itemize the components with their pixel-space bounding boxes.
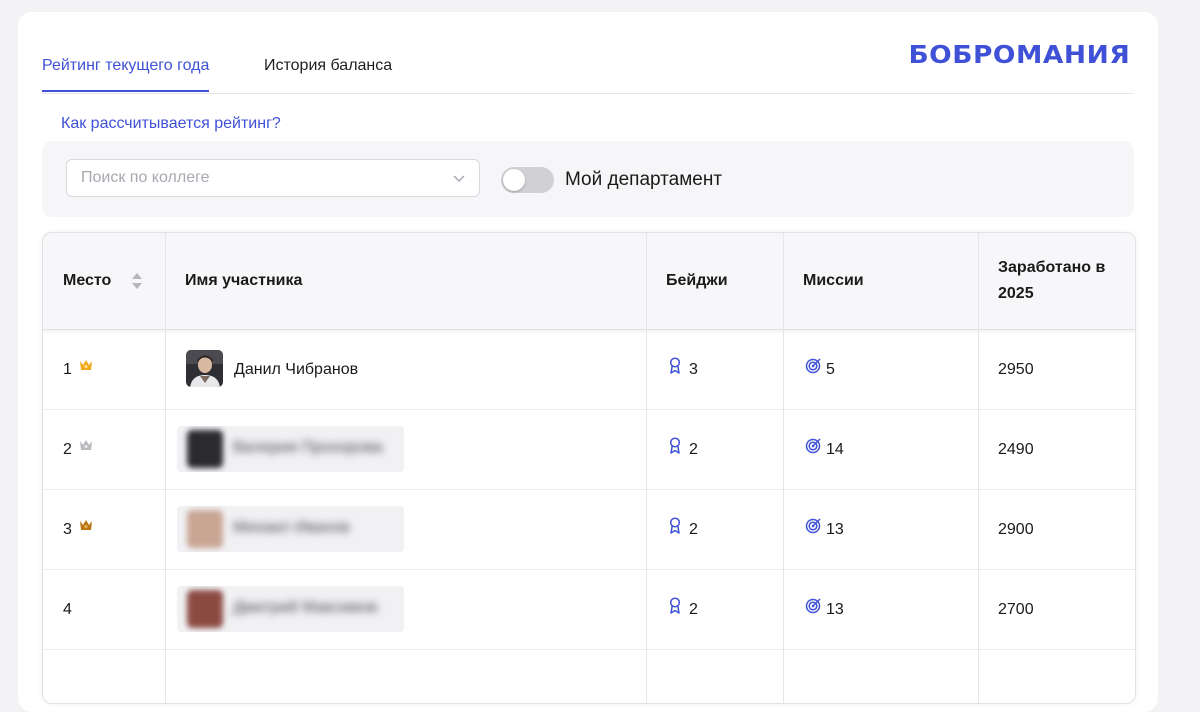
place-value: 4 bbox=[63, 601, 72, 618]
award-ribbon-icon bbox=[669, 597, 681, 614]
badges-count: 3 bbox=[689, 361, 698, 378]
my-department-label: Мой департамент bbox=[565, 169, 723, 190]
column-header-badges: Бейджи bbox=[666, 272, 728, 289]
column-divider bbox=[646, 233, 647, 703]
target-icon bbox=[805, 358, 821, 374]
filter-bar: Мой департамент bbox=[42, 141, 1134, 217]
table-row[interactable]: 1 Данил Чибранов 3 5 2950 bbox=[43, 330, 1135, 410]
award-ribbon-icon bbox=[669, 437, 681, 454]
participant-name[interactable]: Данил Чибранов bbox=[234, 360, 358, 380]
earned-value: 2950 bbox=[998, 361, 1034, 378]
rating-card: Рейтинг текущего года История баланса БО… bbox=[18, 12, 1158, 712]
missions-count: 13 bbox=[826, 601, 844, 618]
avatar[interactable] bbox=[186, 350, 223, 387]
participant-blurred[interactable]: Валерия Прохорова bbox=[177, 426, 404, 472]
avatar bbox=[187, 590, 223, 628]
target-icon bbox=[805, 598, 821, 614]
chevron-down-icon[interactable] bbox=[451, 170, 467, 186]
rating-table: Место Имя участника Бейджи Миссии Зарабо… bbox=[42, 232, 1136, 704]
missions-count: 13 bbox=[826, 521, 844, 538]
table-row[interactable]: 3 Михаил Иванов 2 13 2900 bbox=[43, 490, 1135, 570]
avatar bbox=[187, 430, 223, 468]
crown-icon bbox=[80, 440, 92, 450]
earned-value: 2700 bbox=[998, 601, 1034, 618]
participant-name: Дмитрий Максимов bbox=[233, 599, 378, 616]
badges-count: 2 bbox=[689, 601, 698, 618]
award-ribbon-icon bbox=[669, 357, 681, 374]
place-value: 3 bbox=[63, 521, 72, 538]
column-divider bbox=[165, 233, 166, 703]
rating-help-link[interactable]: Как рассчитывается рейтинг? bbox=[61, 115, 281, 133]
participant-blurred[interactable]: Дмитрий Максимов bbox=[177, 586, 404, 632]
brand-logo: БОБРОМАНИЯ bbox=[908, 40, 1130, 69]
target-icon bbox=[805, 518, 821, 534]
participant-blurred[interactable]: Михаил Иванов bbox=[177, 506, 404, 552]
crown-icon bbox=[80, 360, 92, 370]
place-value: 1 bbox=[63, 361, 72, 378]
my-department-toggle[interactable] bbox=[501, 167, 554, 193]
column-header-earned-line2: 2025 bbox=[998, 285, 1034, 302]
column-divider bbox=[783, 233, 784, 703]
badges-count: 2 bbox=[689, 521, 698, 538]
avatar-photo bbox=[186, 350, 223, 387]
avatar bbox=[187, 510, 223, 548]
colleague-search-select[interactable] bbox=[66, 159, 480, 197]
table-row[interactable]: 4 Дмитрий Максимов 2 13 2700 bbox=[43, 570, 1135, 650]
participant-name: Михаил Иванов bbox=[233, 519, 350, 536]
column-header-name: Имя участника bbox=[185, 272, 303, 289]
participant-name: Валерия Прохорова bbox=[233, 439, 383, 456]
earned-value: 2490 bbox=[998, 441, 1034, 458]
missions-count: 5 bbox=[826, 361, 835, 378]
column-header-earned-line1: Заработано в bbox=[998, 259, 1106, 276]
colleague-search-input[interactable] bbox=[67, 160, 437, 196]
tab-balance-history[interactable]: История баланса bbox=[264, 56, 392, 76]
column-header-earned: Заработано в 2025 bbox=[998, 255, 1105, 307]
missions-count: 14 bbox=[826, 441, 844, 458]
earned-value: 2900 bbox=[998, 521, 1034, 538]
table-header: Место Имя участника Бейджи Миссии Зарабо… bbox=[43, 233, 1135, 330]
column-header-place[interactable]: Место bbox=[63, 268, 111, 294]
tab-current-year-rating[interactable]: Рейтинг текущего года bbox=[42, 56, 210, 92]
table-row[interactable]: 2 Валерия Прохорова 2 14 2490 bbox=[43, 410, 1135, 490]
place-value: 2 bbox=[63, 441, 72, 458]
award-ribbon-icon bbox=[669, 517, 681, 534]
target-icon bbox=[805, 438, 821, 454]
sort-icon[interactable] bbox=[131, 272, 143, 290]
toggle-knob bbox=[503, 169, 525, 191]
column-header-missions: Миссии bbox=[803, 272, 864, 289]
column-divider bbox=[978, 233, 979, 703]
badges-count: 2 bbox=[689, 441, 698, 458]
tab-bar: Рейтинг текущего года История баланса БО… bbox=[42, 12, 1134, 94]
crown-icon bbox=[80, 520, 92, 530]
